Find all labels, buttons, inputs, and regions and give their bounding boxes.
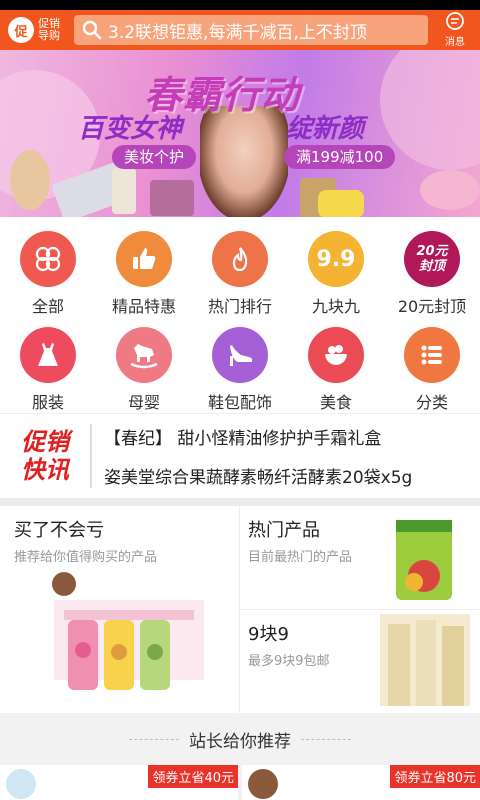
promo-news: 促销 快讯 【春纪】 甜小怪精油修护护手霜礼盒 姿美堂综合果蔬酵素畅纤活酵素20… [0, 413, 480, 498]
feature-nine-nine[interactable]: 9块9 最多9块9包邮 [240, 609, 480, 713]
banner-pill-right: 满199减100 [284, 145, 396, 169]
banner-slogan-right: 绽新颜 [286, 114, 365, 144]
category-label: 服装 [31, 393, 64, 412]
banner-product [150, 180, 194, 216]
search-bar[interactable]: 3.2联想钜惠,每满千减百,上不封顶 [74, 15, 428, 45]
bowl-icon [308, 327, 364, 383]
banner-product [420, 170, 480, 210]
flame-icon [212, 231, 268, 287]
recommend-header: 站长给你推荐 [0, 713, 480, 765]
banner-product [112, 168, 136, 214]
search-placeholder: 3.2联想钜惠,每满千减百,上不封顶 [108, 22, 367, 43]
category-classify[interactable]: 分类 [384, 327, 480, 423]
category-label: 美食 [319, 393, 352, 412]
feature-blocks: 买了不会亏 推荐给你值得购买的产品 热门产品 目前最热门的产品 9块9 最多9块… [0, 506, 480, 713]
message-icon [446, 12, 464, 30]
category-label: 精品特惠 [111, 297, 176, 316]
feature-worth-buying[interactable]: 买了不会亏 推荐给你值得购买的产品 [0, 506, 240, 713]
category-label: 九块九 [311, 297, 360, 316]
product-image [52, 572, 204, 690]
banner-model [200, 106, 288, 217]
divider-line [301, 738, 351, 740]
recommend-title: 站长给你推荐 [189, 731, 291, 752]
status-bar [0, 0, 480, 10]
category-food[interactable]: 美食 [288, 327, 384, 423]
high-heel-icon [212, 327, 268, 383]
category-row: 服装 母婴 鞋包配饰 美食 分类 [0, 327, 480, 423]
news-list: 【春纪】 甜小怪精油修护护手霜礼盒 姿美堂综合果蔬酵素畅纤活酵素20袋x5g [92, 414, 480, 498]
news-item[interactable]: 姿美堂综合果蔬酵素畅纤活酵素20袋x5g [104, 463, 480, 488]
app-logo[interactable]: 促 促销 导购 [8, 17, 74, 43]
banner-product [318, 190, 364, 217]
section-divider [0, 498, 480, 506]
category-label: 鞋包配饰 [207, 393, 272, 412]
category-grid: 全部 精品特惠 热门排行 9.9 九块九 20元 封顶 20元封顶 服装 母婴 … [0, 217, 480, 413]
dress-icon [20, 327, 76, 383]
clover-icon [20, 231, 76, 287]
category-label: 20元封顶 [397, 297, 467, 316]
category-shoes-bags[interactable]: 鞋包配饰 [192, 327, 288, 423]
product-thumbnail [6, 769, 36, 799]
category-baby[interactable]: 母婴 [96, 327, 192, 423]
category-row: 全部 精品特惠 热门排行 9.9 九块九 20元 封顶 20元封顶 [0, 231, 480, 327]
banner-pill-left: 美妆个护 [112, 145, 197, 169]
list-icon [404, 327, 460, 383]
divider-line [129, 738, 179, 740]
nine-nine-icon: 9.9 [308, 231, 364, 287]
feature-hot-products[interactable]: 热门产品 目前最热门的产品 [240, 506, 480, 609]
news-logo-line1: 促销 [21, 428, 69, 456]
logo-text-line2: 导购 [38, 29, 60, 42]
category-label: 全部 [31, 297, 64, 316]
coupon-badge: 领券立省80元 [390, 765, 480, 788]
thumbs-up-icon [116, 231, 172, 287]
message-button[interactable]: 消息 [438, 12, 472, 48]
logo-text: 促销 导购 [38, 18, 64, 42]
category-twenty-cap[interactable]: 20元 封顶 20元封顶 [384, 231, 480, 327]
coupon-badge: 领券立省40元 [148, 765, 238, 788]
category-label: 母婴 [127, 393, 160, 412]
category-label: 分类 [415, 393, 448, 412]
product-card[interactable]: 领券立省80元 [242, 765, 480, 800]
promo-banner[interactable]: 春霸行动 百变女神 绽新颜 美妆个护 满199减100 [0, 50, 480, 217]
logo-mark: 促 [8, 17, 34, 43]
product-thumbnail [248, 769, 278, 799]
news-item[interactable]: 【春纪】 甜小怪精油修护护手霜礼盒 [104, 424, 480, 449]
category-all[interactable]: 全部 [0, 231, 96, 327]
twenty-cap-icon: 20元 封顶 [404, 231, 460, 287]
product-image [380, 614, 470, 706]
search-icon [82, 20, 102, 40]
feature-subtitle: 推荐给你值得购买的产品 [14, 550, 158, 565]
top-header: 促 促销 导购 3.2联想钜惠,每满千减百,上不封顶 消息 [0, 10, 480, 50]
product-image [396, 520, 452, 600]
news-logo: 促销 快讯 [0, 424, 92, 488]
category-nine-nine[interactable]: 9.9 九块九 [288, 231, 384, 327]
banner-slogan-left: 百变女神 [78, 114, 183, 144]
feature-title: 买了不会亏 [14, 520, 104, 541]
message-label: 消息 [445, 37, 465, 48]
category-hot-ranking[interactable]: 热门排行 [192, 231, 288, 327]
news-logo-line2: 快讯 [21, 456, 69, 484]
product-feed: 领券立省40元 领券立省80元 [0, 765, 480, 800]
banner-glow [380, 50, 480, 170]
category-clothing[interactable]: 服装 [0, 327, 96, 423]
banner-product [10, 150, 50, 210]
category-label: 热门排行 [207, 297, 272, 316]
rocking-horse-icon [116, 327, 172, 383]
category-premium-deals[interactable]: 精品特惠 [96, 231, 192, 327]
feature-right-column: 热门产品 目前最热门的产品 9块9 最多9块9包邮 [240, 506, 480, 713]
product-card[interactable]: 领券立省40元 [0, 765, 238, 800]
